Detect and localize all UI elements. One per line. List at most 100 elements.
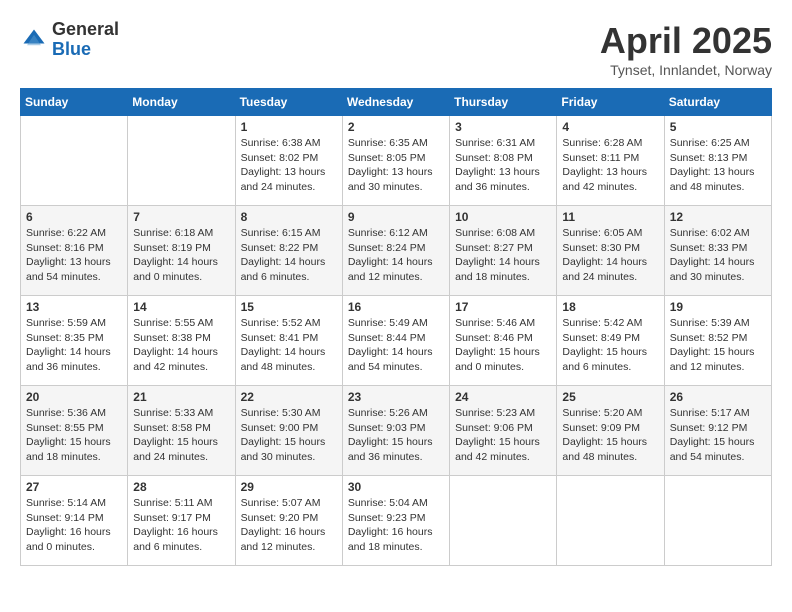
- calendar-cell: 17 Sunrise: 5:46 AM Sunset: 8:46 PM Dayli…: [450, 296, 557, 386]
- day-info: Sunrise: 6:15 AM Sunset: 8:22 PM Dayligh…: [241, 226, 337, 285]
- calendar-cell: 21 Sunrise: 5:33 AM Sunset: 8:58 PM Dayli…: [128, 386, 235, 476]
- day-info: Sunrise: 5:17 AM Sunset: 9:12 PM Dayligh…: [670, 406, 766, 465]
- calendar-cell: [450, 476, 557, 566]
- day-number: 26: [670, 390, 766, 404]
- calendar-cell: 27 Sunrise: 5:14 AM Sunset: 9:14 PM Dayli…: [21, 476, 128, 566]
- day-number: 29: [241, 480, 337, 494]
- day-info: Sunrise: 5:52 AM Sunset: 8:41 PM Dayligh…: [241, 316, 337, 375]
- calendar-cell: 25 Sunrise: 5:20 AM Sunset: 9:09 PM Dayli…: [557, 386, 664, 476]
- day-info: Sunrise: 5:33 AM Sunset: 8:58 PM Dayligh…: [133, 406, 229, 465]
- calendar-body: 1Sunrise: 6:38 AM Sunset: 8:02 PM Daylig…: [21, 116, 772, 566]
- day-info: Sunrise: 6:38 AM Sunset: 8:02 PM Dayligh…: [241, 136, 337, 195]
- day-info: Sunrise: 5:46 AM Sunset: 8:46 PM Dayligh…: [455, 316, 551, 375]
- calendar-cell: 7Sunrise: 6:18 AM Sunset: 8:19 PM Daylig…: [128, 206, 235, 296]
- day-info: Sunrise: 5:26 AM Sunset: 9:03 PM Dayligh…: [348, 406, 444, 465]
- day-info: Sunrise: 5:55 AM Sunset: 8:38 PM Dayligh…: [133, 316, 229, 375]
- day-info: Sunrise: 5:36 AM Sunset: 8:55 PM Dayligh…: [26, 406, 122, 465]
- day-info: Sunrise: 5:11 AM Sunset: 9:17 PM Dayligh…: [133, 496, 229, 555]
- header-day-friday: Friday: [557, 89, 664, 116]
- header-day-monday: Monday: [128, 89, 235, 116]
- calendar-cell: [128, 116, 235, 206]
- header-day-sunday: Sunday: [21, 89, 128, 116]
- day-number: 25: [562, 390, 658, 404]
- day-number: 5: [670, 120, 766, 134]
- day-info: Sunrise: 5:07 AM Sunset: 9:20 PM Dayligh…: [241, 496, 337, 555]
- day-number: 10: [455, 210, 551, 224]
- day-info: Sunrise: 5:04 AM Sunset: 9:23 PM Dayligh…: [348, 496, 444, 555]
- day-info: Sunrise: 5:49 AM Sunset: 8:44 PM Dayligh…: [348, 316, 444, 375]
- header-day-thursday: Thursday: [450, 89, 557, 116]
- day-info: Sunrise: 6:31 AM Sunset: 8:08 PM Dayligh…: [455, 136, 551, 195]
- calendar-cell: 26 Sunrise: 5:17 AM Sunset: 9:12 PM Dayli…: [664, 386, 771, 476]
- calendar-cell: 10 Sunrise: 6:08 AM Sunset: 8:27 PM Dayli…: [450, 206, 557, 296]
- calendar-week-1: 6Sunrise: 6:22 AM Sunset: 8:16 PM Daylig…: [21, 206, 772, 296]
- day-info: Sunrise: 6:35 AM Sunset: 8:05 PM Dayligh…: [348, 136, 444, 195]
- calendar-header: SundayMondayTuesdayWednesdayThursdayFrid…: [21, 89, 772, 116]
- calendar-cell: 12Sunrise: 6:02 AM Sunset: 8:33 PM Dayli…: [664, 206, 771, 296]
- title-block: April 2025 Tynset, Innlandet, Norway: [600, 20, 772, 78]
- header-row: SundayMondayTuesdayWednesdayThursdayFrid…: [21, 89, 772, 116]
- day-info: Sunrise: 6:12 AM Sunset: 8:24 PM Dayligh…: [348, 226, 444, 285]
- day-number: 16: [348, 300, 444, 314]
- calendar-cell: 11 Sunrise: 6:05 AM Sunset: 8:30 PM Dayli…: [557, 206, 664, 296]
- day-number: 7: [133, 210, 229, 224]
- calendar-cell: 24 Sunrise: 5:23 AM Sunset: 9:06 PM Dayli…: [450, 386, 557, 476]
- calendar-cell: 15 Sunrise: 5:52 AM Sunset: 8:41 PM Dayli…: [235, 296, 342, 386]
- day-number: 24: [455, 390, 551, 404]
- day-info: Sunrise: 6:02 AM Sunset: 8:33 PM Dayligh…: [670, 226, 766, 285]
- calendar-cell: 23Sunrise: 5:26 AM Sunset: 9:03 PM Dayli…: [342, 386, 449, 476]
- day-number: 14: [133, 300, 229, 314]
- day-number: 19: [670, 300, 766, 314]
- day-info: Sunrise: 5:59 AM Sunset: 8:35 PM Dayligh…: [26, 316, 122, 375]
- day-number: 28: [133, 480, 229, 494]
- calendar-cell: 8 Sunrise: 6:15 AM Sunset: 8:22 PM Daylig…: [235, 206, 342, 296]
- calendar-cell: 6Sunrise: 6:22 AM Sunset: 8:16 PM Daylig…: [21, 206, 128, 296]
- day-number: 18: [562, 300, 658, 314]
- day-info: Sunrise: 5:14 AM Sunset: 9:14 PM Dayligh…: [26, 496, 122, 555]
- day-number: 20: [26, 390, 122, 404]
- day-info: Sunrise: 6:22 AM Sunset: 8:16 PM Dayligh…: [26, 226, 122, 285]
- header-day-wednesday: Wednesday: [342, 89, 449, 116]
- calendar-cell: 4Sunrise: 6:28 AM Sunset: 8:11 PM Daylig…: [557, 116, 664, 206]
- day-number: 15: [241, 300, 337, 314]
- header-day-saturday: Saturday: [664, 89, 771, 116]
- day-number: 2: [348, 120, 444, 134]
- calendar-week-3: 20 Sunrise: 5:36 AM Sunset: 8:55 PM Dayli…: [21, 386, 772, 476]
- calendar-week-4: 27 Sunrise: 5:14 AM Sunset: 9:14 PM Dayli…: [21, 476, 772, 566]
- calendar-week-0: 1Sunrise: 6:38 AM Sunset: 8:02 PM Daylig…: [21, 116, 772, 206]
- day-number: 22: [241, 390, 337, 404]
- day-info: Sunrise: 5:30 AM Sunset: 9:00 PM Dayligh…: [241, 406, 337, 465]
- day-info: Sunrise: 6:05 AM Sunset: 8:30 PM Dayligh…: [562, 226, 658, 285]
- calendar-cell: 20 Sunrise: 5:36 AM Sunset: 8:55 PM Dayli…: [21, 386, 128, 476]
- header-day-tuesday: Tuesday: [235, 89, 342, 116]
- day-info: Sunrise: 5:23 AM Sunset: 9:06 PM Dayligh…: [455, 406, 551, 465]
- day-number: 8: [241, 210, 337, 224]
- calendar-title: April 2025: [600, 20, 772, 62]
- calendar-cell: 18 Sunrise: 5:42 AM Sunset: 8:49 PM Dayli…: [557, 296, 664, 386]
- calendar-cell: 29 Sunrise: 5:07 AM Sunset: 9:20 PM Dayli…: [235, 476, 342, 566]
- day-number: 9: [348, 210, 444, 224]
- logo-icon: [20, 26, 48, 54]
- logo: General Blue: [20, 20, 119, 60]
- calendar-cell: 2 Sunrise: 6:35 AM Sunset: 8:05 PM Daylig…: [342, 116, 449, 206]
- day-number: 11: [562, 210, 658, 224]
- day-info: Sunrise: 5:39 AM Sunset: 8:52 PM Dayligh…: [670, 316, 766, 375]
- calendar-cell: 9 Sunrise: 6:12 AM Sunset: 8:24 PM Daylig…: [342, 206, 449, 296]
- calendar-table: SundayMondayTuesdayWednesdayThursdayFrid…: [20, 88, 772, 566]
- day-info: Sunrise: 6:08 AM Sunset: 8:27 PM Dayligh…: [455, 226, 551, 285]
- calendar-cell: 14 Sunrise: 5:55 AM Sunset: 8:38 PM Dayli…: [128, 296, 235, 386]
- day-number: 27: [26, 480, 122, 494]
- calendar-location: Tynset, Innlandet, Norway: [600, 62, 772, 78]
- calendar-cell: [664, 476, 771, 566]
- day-number: 17: [455, 300, 551, 314]
- calendar-cell: 1Sunrise: 6:38 AM Sunset: 8:02 PM Daylig…: [235, 116, 342, 206]
- calendar-cell: 28 Sunrise: 5:11 AM Sunset: 9:17 PM Dayli…: [128, 476, 235, 566]
- day-number: 30: [348, 480, 444, 494]
- calendar-cell: 19 Sunrise: 5:39 AM Sunset: 8:52 PM Dayli…: [664, 296, 771, 386]
- day-info: Sunrise: 5:42 AM Sunset: 8:49 PM Dayligh…: [562, 316, 658, 375]
- calendar-cell: 3Sunrise: 6:31 AM Sunset: 8:08 PM Daylig…: [450, 116, 557, 206]
- day-info: Sunrise: 6:28 AM Sunset: 8:11 PM Dayligh…: [562, 136, 658, 195]
- day-number: 21: [133, 390, 229, 404]
- calendar-cell: 16 Sunrise: 5:49 AM Sunset: 8:44 PM Dayli…: [342, 296, 449, 386]
- day-info: Sunrise: 5:20 AM Sunset: 9:09 PM Dayligh…: [562, 406, 658, 465]
